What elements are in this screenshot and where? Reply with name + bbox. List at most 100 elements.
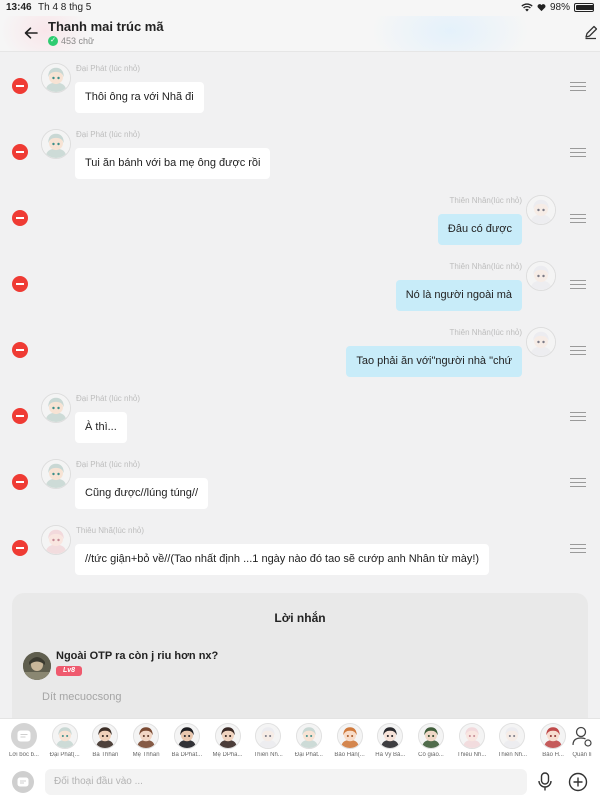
character-label: Bảo Hân(... [334, 752, 365, 758]
drag-handle-icon[interactable] [570, 346, 586, 356]
boy-teal-hair-avatar[interactable] [41, 129, 71, 159]
delete-message-button[interactable] [12, 474, 28, 490]
word-count-label: 453 chữ [61, 36, 95, 46]
comment-panel: Lời nhắn Ngoài OTP ra còn j riu hơn nx? … [12, 593, 588, 723]
comment-input[interactable]: Dít mecuocsong [42, 691, 121, 703]
character-chip[interactable]: Đại Phát(... [45, 723, 85, 758]
arrow-left-icon [24, 27, 38, 39]
message-bubble[interactable]: À thì... [75, 412, 127, 443]
message-row[interactable]: Đại Phát (lúc nhỏ) À thì... [0, 390, 600, 456]
narration-button[interactable] [12, 771, 34, 793]
message-row[interactable]: Đại Phát (lúc nhỏ) Thôi ông ra với Nhã đi [0, 60, 600, 126]
message-sender: Đại Phát (lúc nhỏ) [76, 64, 141, 73]
message-row[interactable]: Đại Phát (lúc nhỏ) Tui ăn bánh với ba mẹ … [0, 126, 600, 192]
white-hair-avatar [255, 723, 282, 749]
message-row[interactable]: Đại Phát (lúc nhỏ) Cũng được//lúng túng// [0, 456, 600, 522]
pencil-icon [585, 25, 598, 40]
drag-handle-icon[interactable] [570, 478, 586, 488]
message-bubble[interactable]: Cũng được//lúng túng// [75, 478, 209, 509]
message-sender: Thiên Nhân(lúc nhỏ) [449, 262, 522, 271]
character-chip[interactable]: Mẹ Thhan [126, 723, 166, 758]
white-hair-avatar[interactable] [526, 261, 556, 291]
boy-teal-hair-avatar[interactable] [41, 459, 71, 489]
battery-icon [574, 3, 594, 12]
man-black-hair-avatar [173, 723, 200, 749]
message-bubble[interactable]: Đâu có được [437, 214, 522, 245]
message-row[interactable]: Thiêu Nhã(lúc nhỏ) //tức giận+bỏ về//(Tao… [0, 522, 600, 588]
drag-handle-icon[interactable] [570, 544, 586, 554]
battery-percent: 98% [549, 2, 570, 13]
white-hair-avatar [499, 723, 526, 749]
delete-message-button[interactable] [12, 78, 28, 94]
man-dark-hair-avatar [92, 723, 119, 749]
plus-circle-icon [568, 772, 588, 792]
white-hair-avatar[interactable] [526, 327, 556, 357]
message-bubble[interactable]: //tức giận+bỏ về//(Tao nhất định ...1 ng… [75, 544, 490, 575]
character-label: Thiên Nh... [497, 752, 528, 758]
message-sender: Đại Phát (lúc nhỏ) [76, 460, 141, 469]
character-chip[interactable]: Ba DPhat... [167, 723, 207, 758]
character-chip[interactable]: Lời bốc b... [4, 723, 44, 758]
character-label: Đại Phát(... [49, 752, 80, 758]
woman-dark-hair-avatar [214, 723, 241, 749]
girl-orange-hair-avatar [336, 723, 363, 749]
back-button[interactable] [20, 22, 42, 44]
delete-message-button[interactable] [12, 540, 28, 556]
girl-pink-hair-avatar[interactable] [41, 525, 71, 555]
status-bar: 13:46 Th 4 8 thg 5 98% [0, 0, 600, 16]
character-chip[interactable]: Mẹ DPha... [208, 723, 248, 758]
drag-handle-icon[interactable] [570, 148, 586, 158]
message-list: Đại Phát (lúc nhỏ) Thôi ông ra với Nhã đi… [0, 52, 600, 590]
message-bubble[interactable]: Tui ăn bánh với ba mẹ ông được rồi [75, 148, 271, 179]
message-row[interactable]: Thiên Nhân(lúc nhỏ) Nó là người ngoài mà [0, 258, 600, 324]
manage-characters-icon [569, 723, 595, 749]
edit-button[interactable] [584, 24, 598, 40]
girl-black-hair-avatar [377, 723, 404, 749]
drag-handle-icon[interactable] [570, 280, 586, 290]
status-right: 98% [521, 2, 594, 13]
message-bubble[interactable]: Nó là người ngoài mà [395, 280, 522, 311]
drag-handle-icon[interactable] [570, 412, 586, 422]
message-sender: Đại Phát (lúc nhỏ) [76, 130, 141, 139]
woman-brown-hair-avatar [133, 723, 160, 749]
message-bubble[interactable]: Thôi ông ra với Nhã đi [75, 82, 204, 113]
delete-message-button[interactable] [12, 342, 28, 358]
delete-message-button[interactable] [12, 144, 28, 160]
character-label: Thiên Nh... [253, 752, 283, 758]
message-bubble[interactable]: Tao phải ăn với"người nhà "chứ [346, 346, 522, 377]
character-label: Mẹ DPha... [212, 752, 243, 758]
message-sender: Thiên Nhân(lúc nhỏ) [449, 328, 522, 337]
boy-teal-hair-avatar [51, 723, 78, 749]
character-chip[interactable]: Thiêu Nh... [452, 723, 492, 758]
white-hair-avatar[interactable] [526, 195, 556, 225]
character-chip[interactable]: Thiên Nh... [248, 723, 288, 758]
character-chip[interactable]: Bảo Hân(... [330, 723, 370, 758]
chat-header: Thanh mai trúc mã ✓ 453 chữ [0, 16, 600, 52]
boy-teal-hair-avatar[interactable] [41, 393, 71, 423]
character-chip[interactable]: Ba Thhan [85, 723, 125, 758]
character-chip[interactable]: Hà Vy Bả... [370, 723, 410, 758]
dialogue-input-placeholder: Đối thoại đầu vào ... [54, 776, 143, 787]
delete-message-button[interactable] [12, 210, 28, 226]
add-button[interactable] [568, 772, 588, 792]
comment-text: Ngoài OTP ra còn j riu hơn nx? [56, 650, 219, 662]
drag-handle-icon[interactable] [570, 214, 586, 224]
dialogue-input[interactable]: Đối thoại đầu vào ... [45, 769, 527, 795]
boy-teal-hair-avatar [295, 723, 322, 749]
boy-teal-hair-avatar[interactable] [41, 63, 71, 93]
message-row[interactable]: Thiên Nhân(lúc nhỏ) Đâu có được [0, 192, 600, 258]
drag-handle-icon[interactable] [570, 82, 586, 92]
message-row[interactable]: Thiên Nhân(lúc nhỏ) Tao phải ăn với"người… [0, 324, 600, 390]
delete-message-button[interactable] [12, 408, 28, 424]
character-chip[interactable]: Quản lí [562, 723, 600, 758]
message-sender: Thiêu Nhã(lúc nhỏ) [76, 526, 145, 535]
character-chip[interactable]: Thiên Nh... [492, 723, 532, 758]
character-chip[interactable]: Cô giáo... [411, 723, 451, 758]
microphone-button[interactable] [536, 771, 554, 793]
character-chip[interactable]: Đại Phát... [289, 723, 329, 758]
delete-message-button[interactable] [12, 276, 28, 292]
character-label: Đại Phát... [294, 752, 323, 758]
commenter-avatar[interactable] [23, 652, 51, 680]
level-badge: Lv8 [56, 666, 82, 676]
microphone-icon [538, 772, 552, 791]
